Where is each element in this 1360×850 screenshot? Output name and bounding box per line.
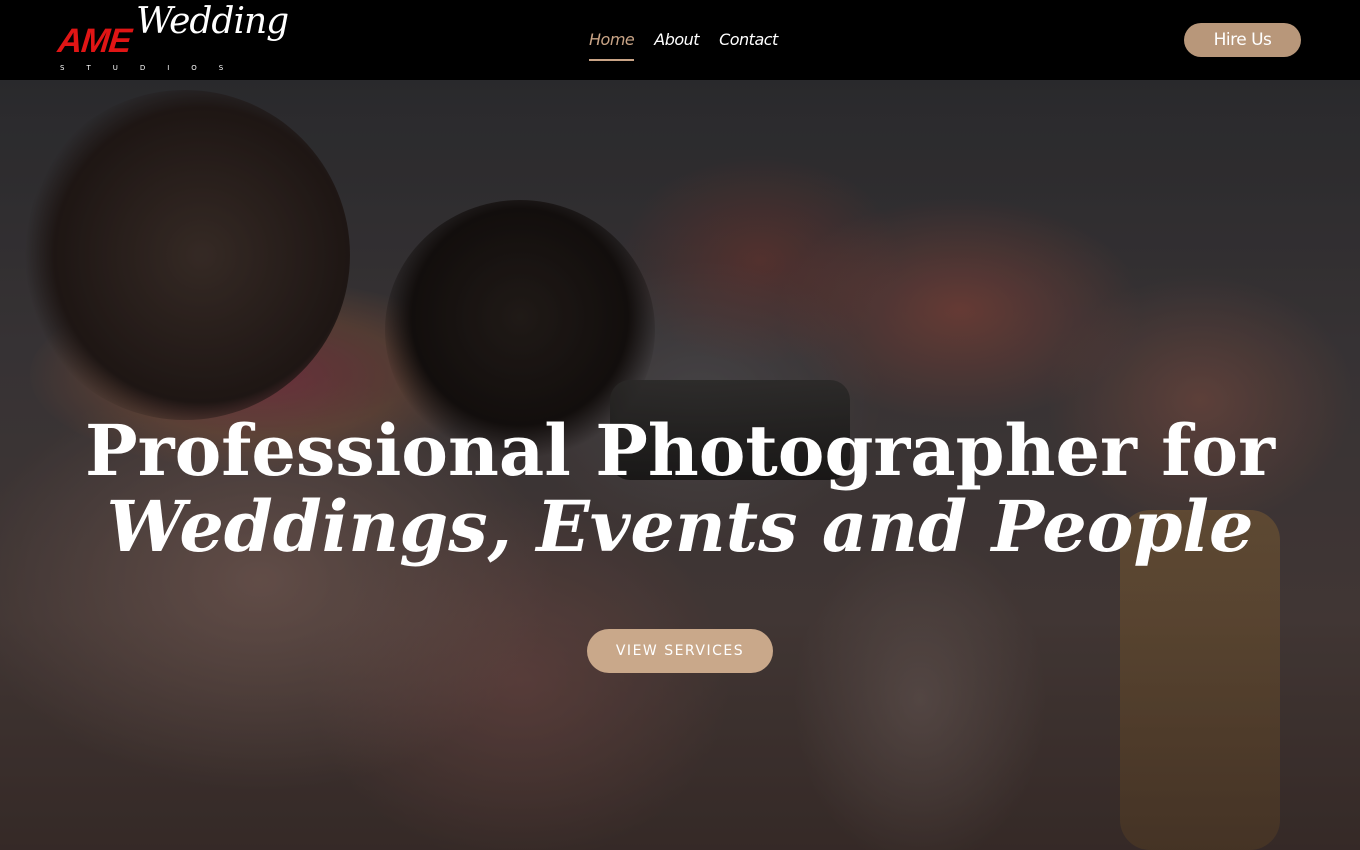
logo-studios-text: STUDIOS — [60, 64, 246, 72]
brand-logo[interactable]: AME Wedding STUDIOS — [56, 4, 289, 76]
nav-contact-link[interactable]: Contact — [719, 30, 778, 50]
view-services-button[interactable]: VIEW SERVICES — [587, 629, 773, 673]
logo-wedding-script: Wedding — [136, 1, 289, 42]
nav-about-link[interactable]: About — [654, 30, 699, 50]
hero-subtitle: Weddings, Events and People — [106, 485, 1254, 568]
nav-home-link[interactable]: Home — [589, 30, 635, 61]
top-navbar: AME Wedding STUDIOS Home About Contact H… — [0, 0, 1360, 80]
hero-title: Professional Photographer for — [85, 409, 1275, 492]
hire-us-button[interactable]: Hire Us — [1184, 23, 1301, 57]
logo-ame-text: AME — [56, 22, 133, 60]
main-nav: Home About Contact — [589, 30, 798, 61]
hero-section: Professional Photographer for Weddings, … — [0, 80, 1360, 850]
